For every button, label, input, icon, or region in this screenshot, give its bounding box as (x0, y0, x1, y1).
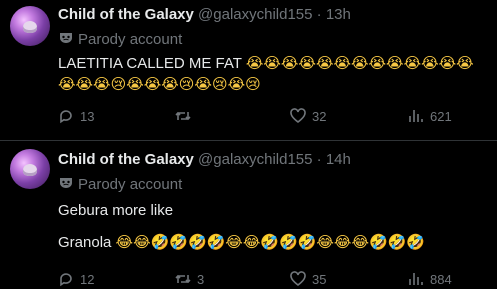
retweet-button[interactable] (175, 108, 197, 124)
timestamp[interactable]: 13h (326, 6, 351, 23)
parody-text: Parody account (78, 176, 183, 193)
mask-icon (60, 178, 72, 188)
tweet-text-line: Gebura more like (58, 202, 174, 219)
view-count: 621 (430, 108, 452, 124)
retweet-icon (175, 111, 191, 121)
tweet-text-line: LAETITIA CALLED ME FAT (58, 55, 246, 72)
user-handle[interactable]: @galaxychild155 (198, 6, 312, 23)
emoji-run: 😭😭😭😢😭😭😭😢😭😢😭😢 (58, 75, 261, 93)
avatar[interactable] (10, 6, 50, 46)
reply-count: 12 (80, 271, 95, 287)
like-count: 35 (312, 271, 327, 287)
heart-icon (290, 271, 306, 287)
like-count: 32 (312, 108, 327, 124)
tweet-header: Child of the Galaxy @galaxychild155 · 13… (58, 6, 351, 24)
reply-icon (60, 273, 72, 287)
views-button[interactable]: 884 (408, 271, 452, 287)
retweet-count: 3 (197, 271, 205, 287)
tweet-text: LAETITIA CALLED ME FAT 😭😭😭😭😭😭😭😭😭😭😭😭😭 😭😭😭… (58, 53, 497, 95)
display-name[interactable]: Child of the Galaxy (58, 151, 194, 168)
tweet-text-line: Granola (58, 234, 116, 251)
action-bar: 13 32 621 (58, 108, 488, 126)
separator-dot: · (316, 6, 322, 23)
reply-button[interactable]: 13 (58, 108, 94, 124)
display-name[interactable]: Child of the Galaxy (58, 6, 194, 23)
action-bar: 12 3 35 884 (58, 271, 488, 289)
view-count: 884 (430, 271, 452, 287)
parody-label: Parody account (58, 175, 182, 193)
emoji-run: 😭😭😭😭😭😭😭😭😭😭😭😭😭 (245, 54, 474, 72)
heart-icon (290, 108, 306, 124)
tweet-header: Child of the Galaxy @galaxychild155 · 14… (58, 151, 351, 169)
reply-button[interactable]: 12 (58, 271, 94, 287)
parody-text: Parody account (78, 31, 183, 48)
tweet-text: Gebura more like Granola 😂😂🤣🤣🤣🤣😂😂🤣🤣🤣😂😂😂🤣… (58, 201, 497, 253)
reply-icon (60, 110, 72, 124)
timestamp[interactable]: 14h (326, 151, 351, 168)
views-button[interactable]: 621 (408, 108, 452, 124)
avatar[interactable] (10, 149, 50, 189)
tweet[interactable]: Child of the Galaxy @galaxychild155 · 14… (0, 141, 497, 289)
separator-dot: · (316, 151, 322, 168)
reply-count: 13 (80, 108, 95, 124)
retweet-button[interactable]: 3 (175, 271, 204, 287)
user-handle[interactable]: @galaxychild155 (198, 151, 312, 168)
tweet[interactable]: Child of the Galaxy @galaxychild155 · 13… (0, 0, 497, 141)
like-button[interactable]: 32 (290, 108, 326, 124)
views-chart-icon (409, 110, 423, 122)
mask-icon (60, 33, 72, 43)
parody-label: Parody account (58, 30, 182, 48)
views-chart-icon (409, 273, 423, 285)
retweet-icon (175, 274, 191, 284)
like-button[interactable]: 35 (290, 271, 326, 287)
emoji-run: 😂😂🤣🤣🤣🤣😂😂🤣🤣🤣😂😂😂🤣🤣🤣 (115, 233, 426, 251)
